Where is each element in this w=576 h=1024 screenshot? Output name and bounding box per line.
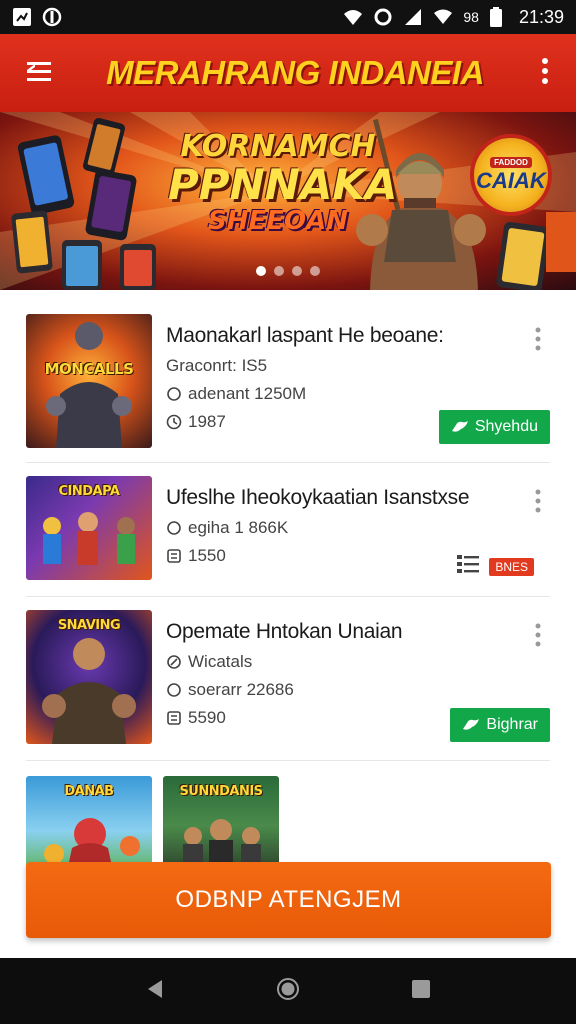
item-meta-text: 1550: [188, 546, 226, 565]
install-button-label: Bighrar: [486, 716, 538, 733]
link-icon: [166, 654, 182, 670]
item-meta: Wicatals: [166, 652, 506, 672]
thumbnail-label: CINDAPA: [58, 484, 120, 499]
app-title: MERAHRANG INDANEIA: [106, 54, 484, 91]
item-meta-text: egiha 1 866K: [188, 518, 289, 537]
app-bar: MERAHRANG INDANEIA: [0, 34, 576, 112]
install-button[interactable]: Shyehdu: [438, 410, 550, 444]
item-meta-text: 5590: [188, 708, 226, 727]
carousel-dot[interactable]: [274, 266, 284, 276]
item-actions: BNES: [457, 554, 534, 579]
divider: [26, 760, 550, 761]
item-meta-text: Wicatals: [188, 652, 253, 671]
battery-icon: [489, 7, 509, 27]
home-icon[interactable]: [275, 976, 301, 1007]
list-item[interactable]: MONCALLS Maonakarl laspant He beoane: Gr…: [26, 314, 550, 450]
wifi-icon: [343, 7, 363, 27]
item-meta: 1550: [166, 546, 506, 566]
download-icon: [166, 682, 182, 698]
list-item[interactable]: CINDAPA Ufeslhe Iheokoykaatian Isanstxse…: [26, 476, 550, 612]
list-icon[interactable]: [457, 554, 480, 579]
carousel-dot[interactable]: [256, 266, 266, 276]
item-meta-text: 1987: [188, 412, 226, 431]
more-vert-icon: [535, 489, 541, 513]
bird-icon: [463, 719, 480, 730]
storage-icon: [166, 710, 182, 726]
more-vert-icon: [541, 57, 549, 90]
thumbnail-art: [46, 322, 132, 448]
download-icon: [166, 520, 182, 536]
list-item[interactable]: SNAVING Opemate Hntokan Unaian Wicatals …: [26, 610, 550, 746]
item-title: Ufeslhe Iheokoykaatian Isanstxse: [166, 486, 470, 509]
item-meta: Graconrt: IS5: [166, 356, 506, 376]
game-thumbnail: SNAVING: [26, 610, 152, 744]
storage-icon: [166, 548, 182, 564]
system-nav-bar: [0, 958, 576, 1024]
divider: [26, 596, 550, 597]
divider: [26, 462, 550, 463]
banner-title-line3: SHEEOAN: [208, 206, 348, 236]
download-icon: [166, 386, 182, 402]
install-button[interactable]: Bighrar: [450, 708, 550, 742]
item-meta-text: adenant 1250M: [188, 384, 307, 403]
badge-main-text: CAIAK: [476, 167, 546, 193]
item-title: Opemate Hntokan Unaian: [166, 620, 403, 643]
thumbnail-label: DANAB: [64, 784, 114, 799]
overflow-menu-button[interactable]: [520, 43, 570, 103]
thumbnail-row: DANAB SUNNDANIS: [26, 776, 550, 876]
thumbnail-label: SNAVING: [57, 618, 121, 633]
item-meta: adenant 1250M: [166, 384, 506, 404]
item-more-button[interactable]: [526, 486, 550, 516]
back-icon[interactable]: [144, 977, 166, 1006]
item-title: Maonakarl laspant He beoane:: [166, 324, 444, 347]
menu-button[interactable]: [10, 43, 70, 103]
item-meta: soerarr 22686: [166, 680, 506, 700]
carousel-indicator: [0, 266, 576, 276]
game-thumbnail: MONCALLS: [26, 314, 152, 448]
thumbnail-label: SUNNDANIS: [179, 784, 263, 799]
game-thumbnail: CINDAPA: [26, 476, 152, 580]
banner-title-line2: PPNNAKA: [168, 160, 398, 209]
recents-icon[interactable]: [410, 978, 432, 1005]
hamburger-icon: [25, 59, 55, 88]
carousel-dot[interactable]: [292, 266, 302, 276]
primary-cta-button[interactable]: ODBNP ATENGJEM: [26, 862, 551, 938]
item-meta: egiha 1 866K: [166, 518, 506, 538]
item-more-button[interactable]: [526, 620, 550, 650]
wifi-strength-icon: [433, 7, 453, 27]
clock-icon: [166, 414, 182, 430]
install-button-label: Shyehdu: [474, 418, 538, 435]
carousel-dot[interactable]: [310, 266, 320, 276]
more-vert-icon: [535, 327, 541, 351]
promo-banner[interactable]: KORNAMCH PPNNAKA SHEEOAN FADDOD CAIAK: [0, 112, 576, 290]
sync-icon: [42, 7, 62, 27]
banner-title: KORNAMCH PPNNAKA SHEEOAN: [168, 129, 398, 236]
item-more-button[interactable]: [526, 324, 550, 354]
thumbnail-label: MONCALLS: [44, 360, 134, 378]
banner-badge: FADDOD CAIAK: [470, 134, 552, 216]
clock: 21:39: [518, 6, 564, 27]
item-meta-text: Graconrt: IS5: [166, 356, 268, 375]
game-thumbnail[interactable]: DANAB: [26, 776, 152, 876]
data-saver-icon: [373, 7, 393, 27]
game-thumbnail[interactable]: SUNNDANIS: [163, 776, 279, 876]
battery-percent: 98: [463, 9, 479, 25]
signal-icon: [403, 7, 423, 27]
badge-top-text: FADDOD: [490, 156, 532, 168]
item-tag[interactable]: BNES: [489, 557, 534, 576]
banner-title-line1: KORNAMCH: [180, 129, 376, 164]
more-vert-icon: [535, 623, 541, 647]
notification-icon: [12, 7, 32, 27]
bird-icon: [451, 421, 468, 432]
item-meta-text: soerarr 22686: [188, 680, 294, 699]
status-bar: 98 21:39: [0, 0, 576, 34]
